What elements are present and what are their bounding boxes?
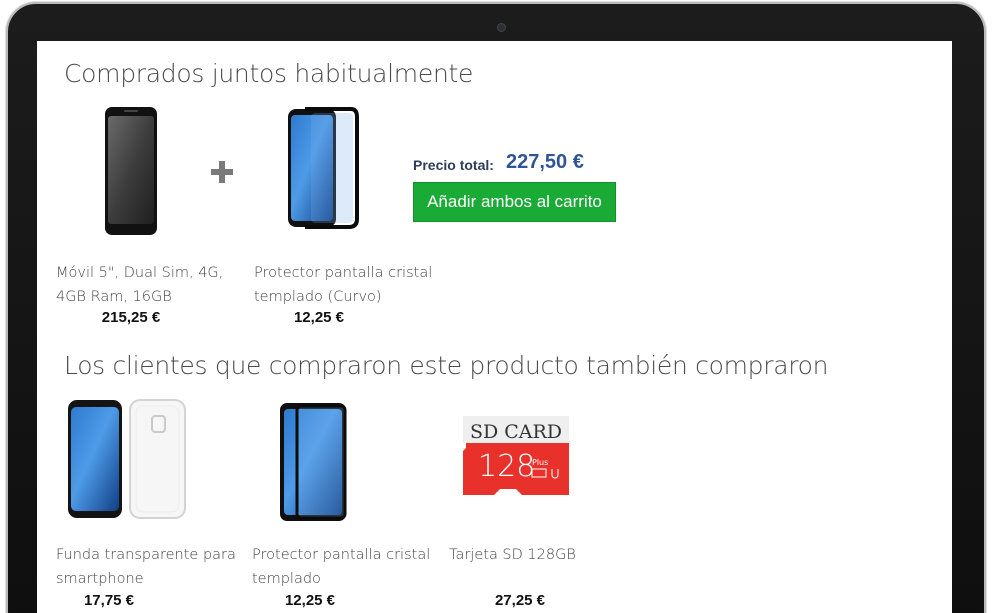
product-price: 12,25 € — [284, 592, 336, 609]
product-name[interactable]: Móvil 5", Dual Sim, 4G, 4GB Ram, 16GB — [56, 261, 226, 309]
also-bought-title: Los clientes que compraron este producto… — [64, 351, 829, 380]
smartphone-image[interactable] — [103, 106, 159, 241]
product-price: 17,75 € — [83, 592, 135, 609]
sd-card-image[interactable]: SD CARD 128 Plus — [460, 413, 572, 504]
screen-protector-image[interactable] — [277, 401, 353, 528]
product-price: 12,25 € — [293, 309, 345, 326]
product-name[interactable]: Protector pantalla cristal templado (Cur… — [254, 261, 434, 309]
add-both-to-cart-button[interactable]: Añadir ambos al carrito — [413, 182, 616, 222]
product-name[interactable]: Funda transparente para smartphone — [56, 543, 236, 591]
bought-together-title: Comprados juntos habitualmente — [64, 59, 474, 88]
total-price-label: Precio total: — [413, 157, 494, 173]
sd-card-plus: Plus — [532, 458, 548, 467]
product-price: 215,25 € — [101, 309, 161, 326]
plus-icon — [211, 161, 233, 183]
clear-case-image[interactable] — [66, 398, 188, 525]
sd-card-label: SD CARD — [470, 421, 562, 443]
product-name[interactable]: Protector pantalla cristal templado — [252, 543, 432, 591]
screen-protector-curved-image[interactable] — [285, 107, 360, 234]
product-name[interactable]: Tarjeta SD 128GB — [449, 543, 629, 567]
total-price-value: 227,50 € — [506, 151, 584, 173]
product-price: 27,25 € — [494, 592, 546, 609]
camera-icon — [497, 23, 506, 32]
sd-card-capacity: 128 — [478, 449, 535, 484]
screen: Comprados juntos habitualmente Móvil 5",… — [37, 41, 952, 613]
